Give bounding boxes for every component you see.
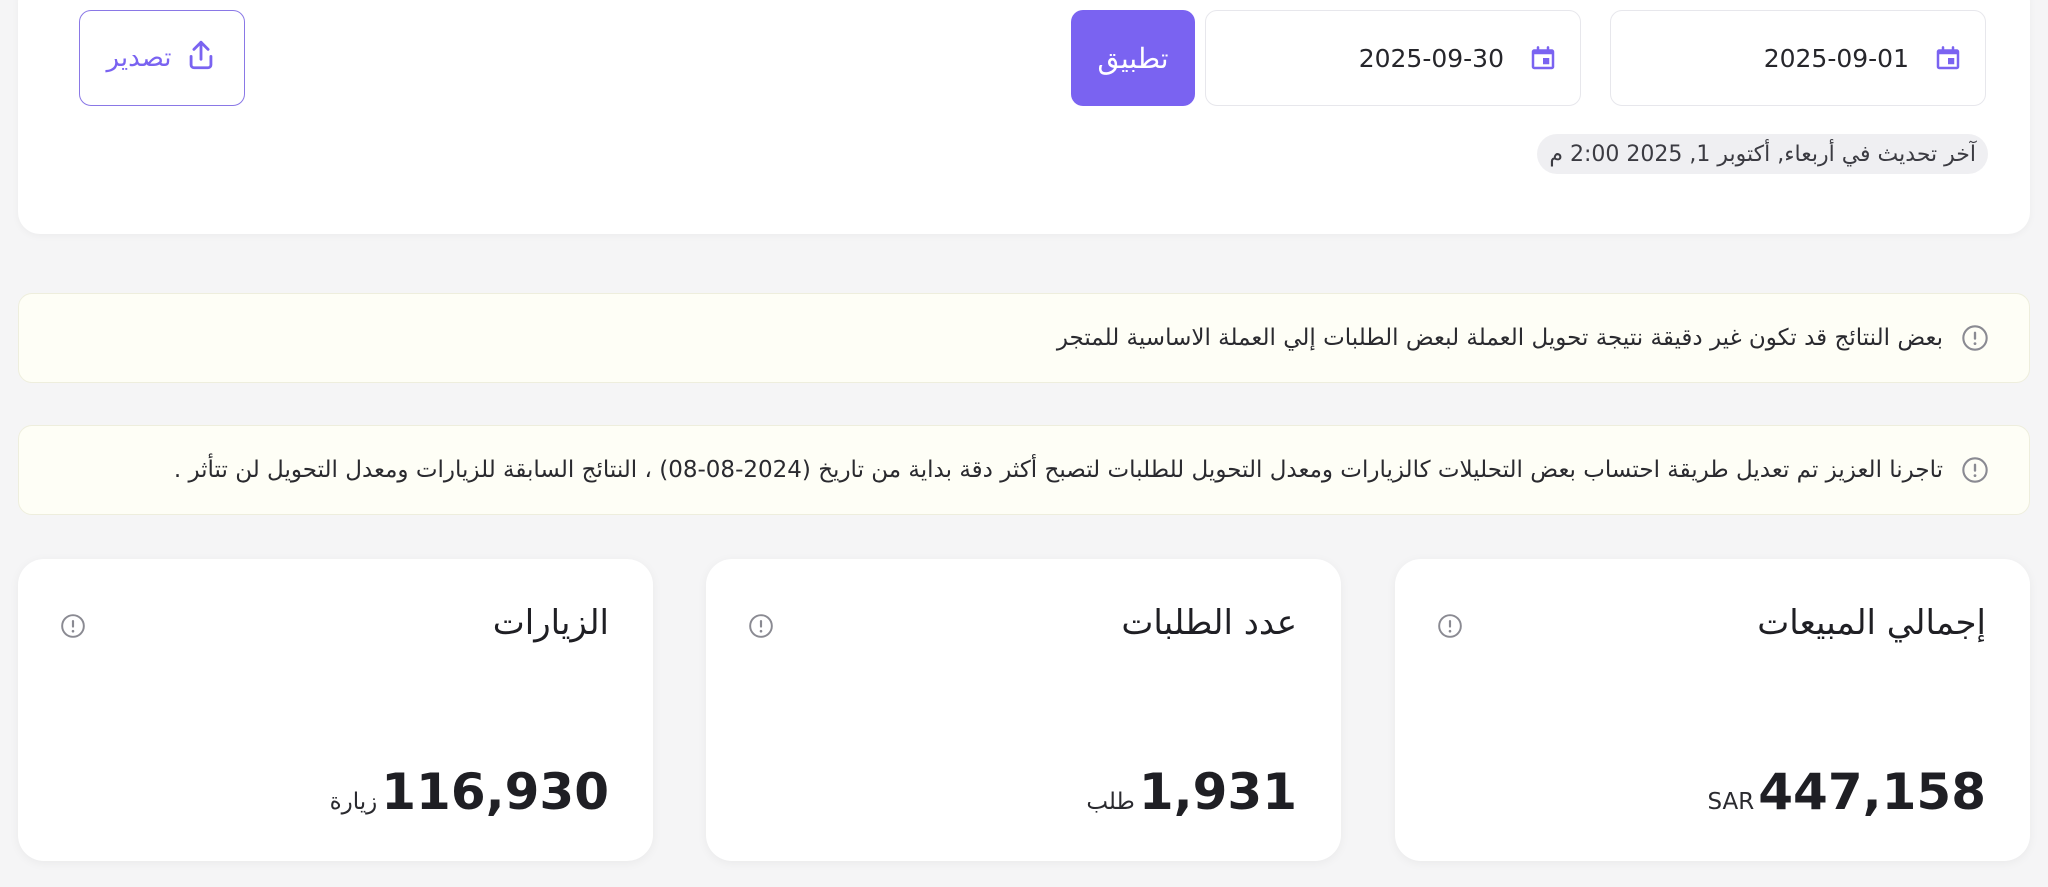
notice-text: بعض النتائج قد تكون غير دقيقة نتيجة تحوي… xyxy=(1056,325,1943,351)
info-icon[interactable] xyxy=(1437,613,1463,643)
stat-title: الزيارات xyxy=(492,603,609,643)
stat-value: طلب 1,931 xyxy=(1086,763,1297,821)
export-label: تصدير xyxy=(106,43,172,73)
info-icon[interactable] xyxy=(748,613,774,643)
currency-notice: بعض النتائج قد تكون غير دقيقة نتيجة تحوي… xyxy=(18,293,2030,383)
stat-card-orders: عدد الطلبات طلب 1,931 xyxy=(706,559,1341,861)
stat-number: 116,930 xyxy=(381,763,609,821)
filter-panel: 2025-09-01 2025-09-30 تطبيق تصدير آخر تح… xyxy=(18,0,2030,234)
start-date-field[interactable]: 2025-09-01 xyxy=(1610,10,1986,106)
stat-title: عدد الطلبات xyxy=(1121,603,1297,643)
apply-button[interactable]: تطبيق xyxy=(1071,10,1195,106)
notice-text: تاجرنا العزيز تم تعديل طريقة احتساب بعض … xyxy=(173,457,1943,483)
analytics-notice: تاجرنا العزيز تم تعديل طريقة احتساب بعض … xyxy=(18,425,2030,515)
upload-icon xyxy=(184,38,218,79)
export-button[interactable]: تصدير xyxy=(79,10,245,106)
last-updated-badge: آخر تحديث في أربعاء, أكتوبر 1, 2025 2:00… xyxy=(1537,134,1988,174)
stat-value: SAR 447,158 xyxy=(1708,763,1986,821)
calendar-icon xyxy=(1528,43,1558,73)
end-date-value: 2025-09-30 xyxy=(1358,43,1504,73)
info-icon[interactable] xyxy=(60,613,86,643)
stat-unit: SAR xyxy=(1707,789,1755,815)
info-icon xyxy=(1961,324,1989,352)
stat-card-visits: الزيارات زيارة 116,930 xyxy=(18,559,653,861)
end-date-field[interactable]: 2025-09-30 xyxy=(1205,10,1581,106)
stat-number: 447,158 xyxy=(1758,763,1986,821)
start-date-value: 2025-09-01 xyxy=(1763,43,1909,73)
stat-number: 1,931 xyxy=(1138,763,1297,821)
stat-unit: طلب xyxy=(1086,789,1135,815)
info-icon xyxy=(1961,456,1989,484)
stat-unit: زيارة xyxy=(329,789,378,815)
stat-card-total-sales: إجمالي المبيعات SAR 447,158 xyxy=(1395,559,2030,861)
calendar-icon xyxy=(1933,43,1963,73)
stat-value: زيارة 116,930 xyxy=(330,763,609,821)
stat-title: إجمالي المبيعات xyxy=(1757,603,1986,643)
